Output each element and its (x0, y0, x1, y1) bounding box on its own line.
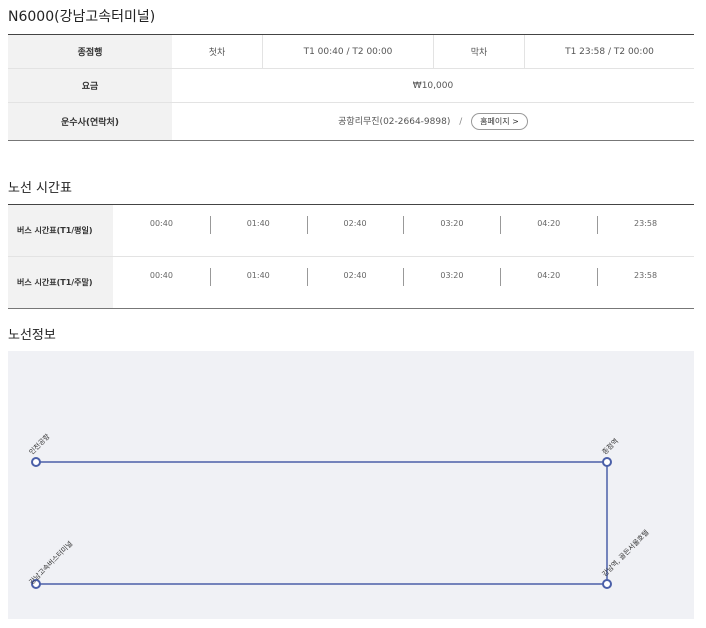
schedule-time: 02:40 (306, 205, 404, 256)
route-lines (36, 461, 608, 585)
stop-label: 강남고속버스터미널 (27, 539, 74, 586)
schedule-row-weekday: 버스 시간표(T1/평일) 00:40 01:40 02:40 03:20 04… (8, 205, 694, 256)
schedule-time: 03:20 (403, 257, 500, 308)
schedule-time: 03:20 (403, 205, 500, 256)
operator-value: 공항리무진(02-2664-9898) (338, 117, 451, 127)
schedule-heading: 노선 시간표 (8, 181, 72, 196)
operator-label: 운수사(연락처) (8, 102, 172, 141)
homepage-button[interactable]: 홈페이지 > (471, 113, 528, 130)
route-map: 인천공항 종점역 강남역, 골든서울호텔 강남고속버스터미널 (8, 351, 694, 619)
schedule-times: 00:40 01:40 02:40 03:20 04:20 23:58 (113, 205, 694, 256)
route-title: N6000(강남고속터미널) (8, 9, 156, 25)
first-bus-value: T1 00:40 / T2 00:00 (262, 34, 434, 69)
route-info-table: 종점행 첫차 T1 00:40 / T2 00:00 막차 T1 23:58 /… (8, 34, 694, 141)
schedule-row-label: 버스 시간표(T1/주말) (8, 257, 113, 308)
schedule-time: 23:58 (597, 205, 694, 256)
schedule-time: 01:40 (209, 257, 307, 308)
stop-label: 인천공항 (27, 431, 52, 456)
fare-label: 요금 (8, 68, 172, 103)
stop-marker[interactable] (31, 457, 41, 467)
schedule-time: 02:40 (306, 257, 404, 308)
schedule-row-weekend: 버스 시간표(T1/주말) 00:40 01:40 02:40 03:20 04… (8, 256, 694, 308)
terminus-label: 종점행 (8, 34, 172, 69)
route-map-heading: 노선정보 (8, 328, 56, 343)
schedule-row-label: 버스 시간표(T1/평일) (8, 205, 113, 256)
stop-marker[interactable] (602, 579, 612, 589)
schedule-time: 00:40 (149, 271, 173, 280)
operator-cell: 공항리무진(02-2664-9898) / 홈페이지 > (172, 102, 694, 141)
stop-marker[interactable] (602, 457, 612, 467)
operator-row: 운수사(연락처) 공항리무진(02-2664-9898) / 홈페이지 > (8, 102, 694, 141)
schedule-time: 00:40 (149, 219, 173, 228)
fare-row: 요금 ₩10,000 (8, 68, 694, 103)
first-bus-label: 첫차 (172, 34, 263, 69)
last-bus-value: T1 23:58 / T2 00:00 (524, 34, 694, 69)
separator: / (459, 117, 463, 127)
schedule-times: 00:40 01:40 02:40 03:20 04:20 23:58 (113, 257, 694, 308)
route-map-diagram: 인천공항 종점역 강남역, 골든서울호텔 강남고속버스터미널 (27, 431, 651, 589)
terminus-row: 종점행 첫차 T1 00:40 / T2 00:00 막차 T1 23:58 /… (8, 34, 694, 69)
schedule-time: 23:58 (597, 257, 694, 308)
schedule-time: 04:20 (500, 205, 597, 256)
schedule-time: 01:40 (209, 205, 307, 256)
schedule-time: 04:20 (500, 257, 597, 308)
stop-label: 종점역 (600, 436, 620, 456)
schedule-table: 버스 시간표(T1/평일) 00:40 01:40 02:40 03:20 04… (8, 204, 694, 309)
fare-value: ₩10,000 (172, 68, 694, 103)
last-bus-label: 막차 (433, 34, 525, 69)
